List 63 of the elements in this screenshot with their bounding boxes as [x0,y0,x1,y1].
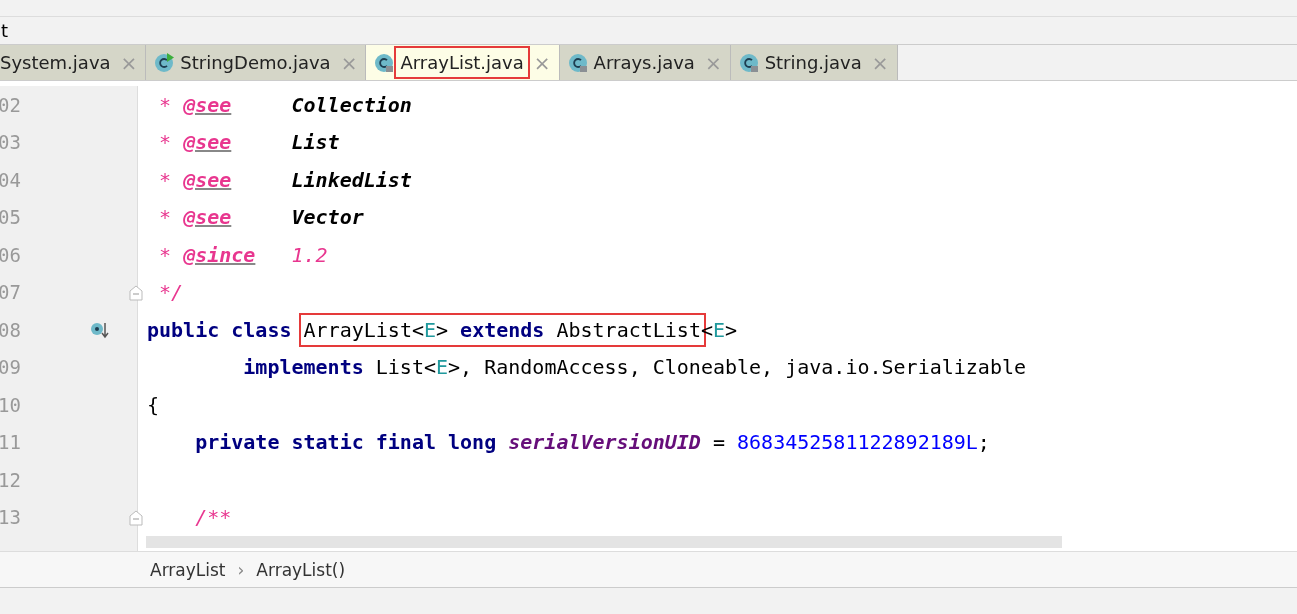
code-text: ArrayList< [303,317,424,342]
class-icon [374,52,395,73]
fold-icon[interactable] [129,284,143,301]
code-text: { [147,392,160,417]
editor-tab[interactable]: ArrayList.java × [366,45,560,80]
comment-text: * [158,242,173,267]
code-text: > [725,317,738,342]
type-parameter: E [423,317,436,342]
comment-text: /** [194,505,232,530]
javadoc-tag: @since [183,242,256,267]
comment-text: * [158,130,173,155]
breadcrumb-separator: › [237,559,245,580]
comment-text: */ [158,280,184,305]
reference-name: List [291,130,340,155]
keyword: implements [242,355,365,380]
line-number: 06 [0,243,21,266]
code-text: >, RandomAccess, Cloneable, java.io.Serializable [448,355,1026,380]
line-number: 11 [0,431,21,454]
line-number: 08 [0,318,21,341]
code-text: ; [977,430,990,455]
field-name: serialVersionUID [508,430,701,455]
override-icon[interactable] [90,320,110,340]
javadoc-tag: @see [183,205,232,230]
editor-tab[interactable]: StringDemo.java × [146,45,367,80]
code-text: > [436,317,450,342]
title-text: t [1,20,9,41]
code-text: AbstractList [556,317,701,342]
class-icon [154,52,175,73]
keyword: public class [147,317,293,342]
line-number: 02 [0,93,21,116]
reference-name: Collection [291,92,412,117]
breadcrumb-item[interactable]: ArrayList [150,559,226,580]
type-parameter: E [713,317,726,342]
reference-name: Vector [291,205,364,230]
code-text: = [711,430,726,455]
class-icon [738,52,759,73]
class-icon [567,52,588,73]
code-text: List< [375,355,436,380]
line-number: 09 [0,356,21,379]
line-number: 05 [0,206,21,229]
line-number: 03 [0,131,21,154]
comment-text: * [158,92,173,117]
javadoc-tag: @see [183,130,232,155]
editor-tab[interactable]: Arrays.java × [559,45,731,80]
reference-name: LinkedList [291,167,412,192]
comment-text: * [158,205,173,230]
comment-text: * [158,167,173,192]
line-number: 07 [0,281,21,304]
javadoc-tag: @see [183,167,232,192]
comment-text: 1.2 [291,242,328,267]
number-literal: 8683452581122892189L [737,430,978,455]
keyword: private static final long [194,430,498,455]
type-parameter: E [436,355,449,380]
line-number: 13 [0,506,21,529]
editor-tab[interactable]: System.java × [0,45,147,80]
fold-icon[interactable] [129,509,143,526]
line-number: 12 [0,468,21,491]
line-number: 04 [0,168,21,191]
javadoc-tag: @see [183,92,232,117]
line-number: 10 [0,393,21,416]
editor-tab[interactable]: String.java × [730,45,898,80]
breadcrumb-item[interactable]: ArrayList() [256,559,346,580]
keyword: extends [460,317,546,342]
